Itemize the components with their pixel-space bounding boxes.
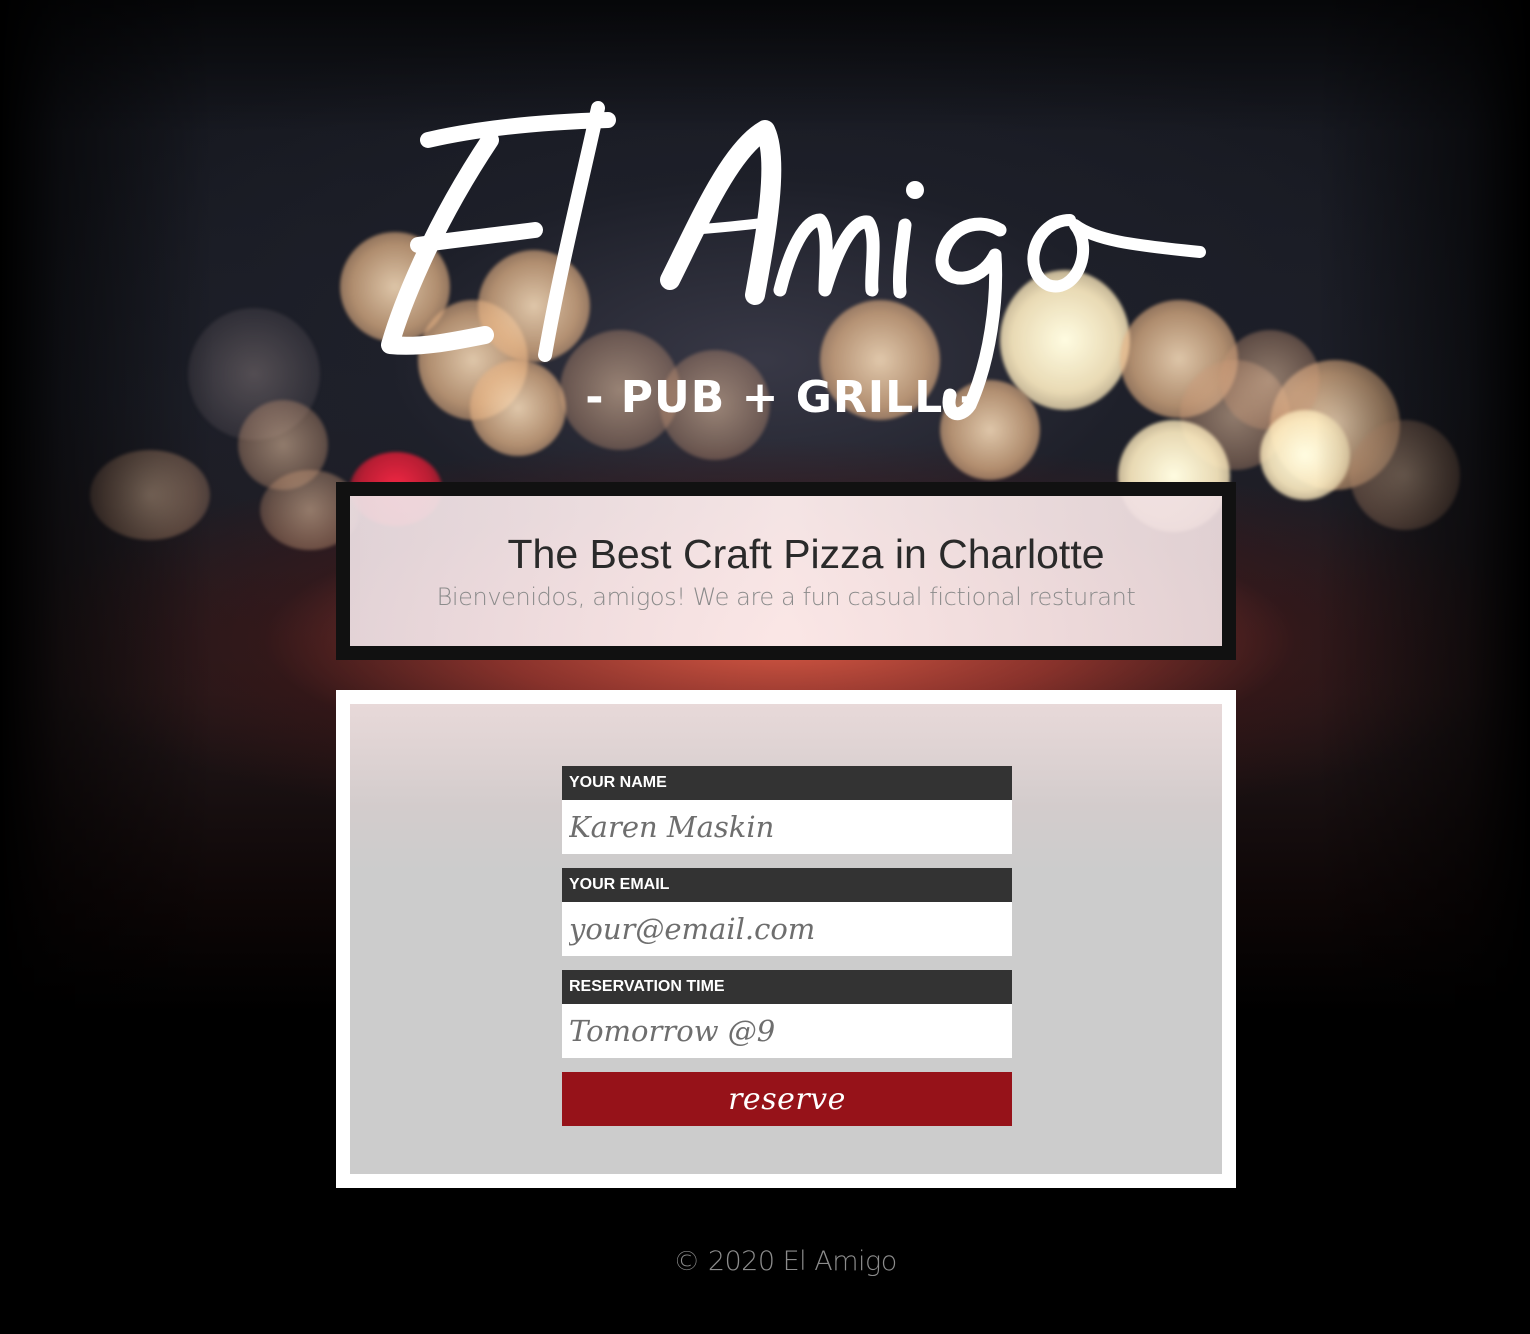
footer-copyright: © 2020 El Amigo: [673, 1246, 897, 1277]
hero-title: The Best Craft Pizza in Charlotte: [507, 531, 1105, 577]
svg-text:- PUB + GRILL -: - PUB + GRILL -: [585, 372, 979, 423]
reservation-time-input[interactable]: [562, 1004, 1012, 1058]
reservation-form: YOUR NAME YOUR EMAIL RESERVATION TIME re…: [562, 766, 1012, 1126]
reservation-panel: YOUR NAME YOUR EMAIL RESERVATION TIME re…: [336, 690, 1236, 1188]
email-label: YOUR EMAIL: [562, 868, 1012, 902]
name-field-group: YOUR NAME: [562, 766, 1012, 854]
time-field-group: RESERVATION TIME: [562, 970, 1012, 1058]
email-field-group: YOUR EMAIL: [562, 868, 1012, 956]
name-input[interactable]: [562, 800, 1012, 854]
hero-tagline-box: The Best Craft Pizza in Charlotte Bienve…: [336, 482, 1236, 660]
hero-subtitle: Bienvenidos, amigos! We are a fun casual…: [436, 583, 1136, 611]
el-amigo-logo: - PUB + GRILL -: [370, 80, 1220, 440]
reservation-time-label: RESERVATION TIME: [562, 970, 1012, 1004]
reserve-button[interactable]: reserve: [562, 1072, 1012, 1126]
name-label: YOUR NAME: [562, 766, 1012, 800]
email-input[interactable]: [562, 902, 1012, 956]
